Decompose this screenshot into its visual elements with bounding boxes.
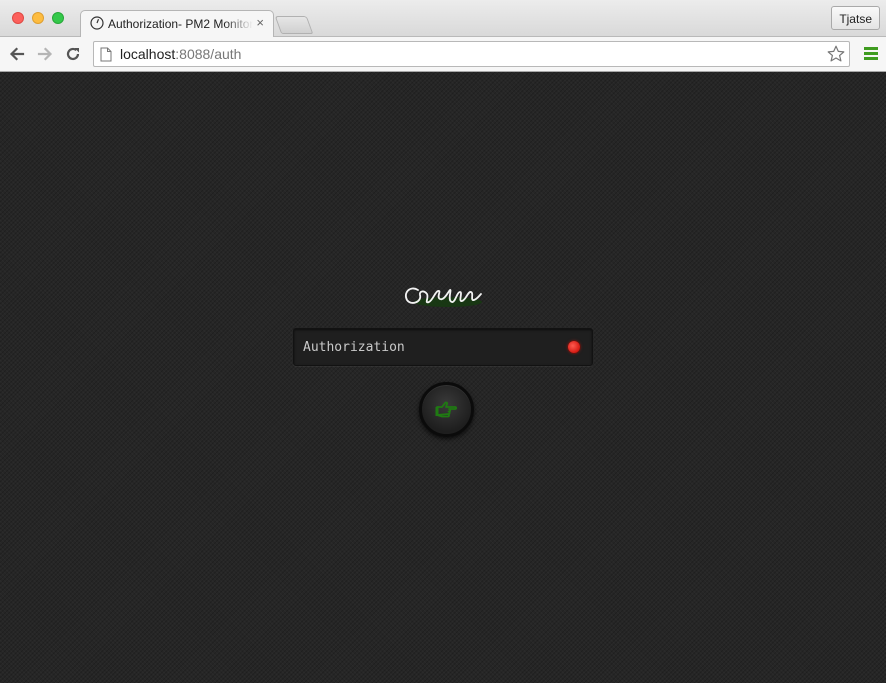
authorization-input[interactable] xyxy=(303,338,553,356)
address-bar[interactable]: localhost:8088/auth xyxy=(93,41,850,67)
reload-icon xyxy=(66,47,80,61)
maximize-window-button[interactable] xyxy=(52,12,64,24)
browser-tab-active[interactable]: Authorization- PM2 Monitor × xyxy=(80,10,274,37)
page-content xyxy=(0,72,886,683)
close-tab-button[interactable]: × xyxy=(256,15,264,31)
arrow-right-icon xyxy=(37,47,53,61)
submit-button[interactable] xyxy=(419,382,474,437)
page-icon xyxy=(100,47,112,62)
gauge-icon xyxy=(90,16,104,30)
minimize-window-button[interactable] xyxy=(32,12,44,24)
authorization-field xyxy=(293,328,593,366)
new-tab-button[interactable] xyxy=(274,16,314,34)
forward-button[interactable] xyxy=(35,44,55,64)
url-text: localhost:8088/auth xyxy=(120,46,241,62)
tab-bar: Authorization- PM2 Monitor × Tjatse xyxy=(0,0,886,37)
close-window-button[interactable] xyxy=(12,12,24,24)
hamburger-menu-icon[interactable] xyxy=(864,47,878,61)
reload-button[interactable] xyxy=(63,44,83,64)
url-host: localhost xyxy=(120,46,176,62)
browser-toolbar: localhost:8088/auth xyxy=(0,37,886,72)
status-indicator xyxy=(568,341,580,353)
signature-logo xyxy=(405,287,482,307)
url-path: :8088/auth xyxy=(175,46,242,62)
pointing-hand-icon xyxy=(435,401,458,418)
profile-button[interactable]: Tjatse xyxy=(831,6,880,30)
arrow-left-icon xyxy=(9,47,25,61)
tab-title: Authorization- PM2 Monitor xyxy=(108,17,253,31)
back-button[interactable] xyxy=(7,44,27,64)
browser-window: Authorization- PM2 Monitor × Tjatse loca… xyxy=(0,0,886,683)
star-icon[interactable] xyxy=(826,44,846,64)
